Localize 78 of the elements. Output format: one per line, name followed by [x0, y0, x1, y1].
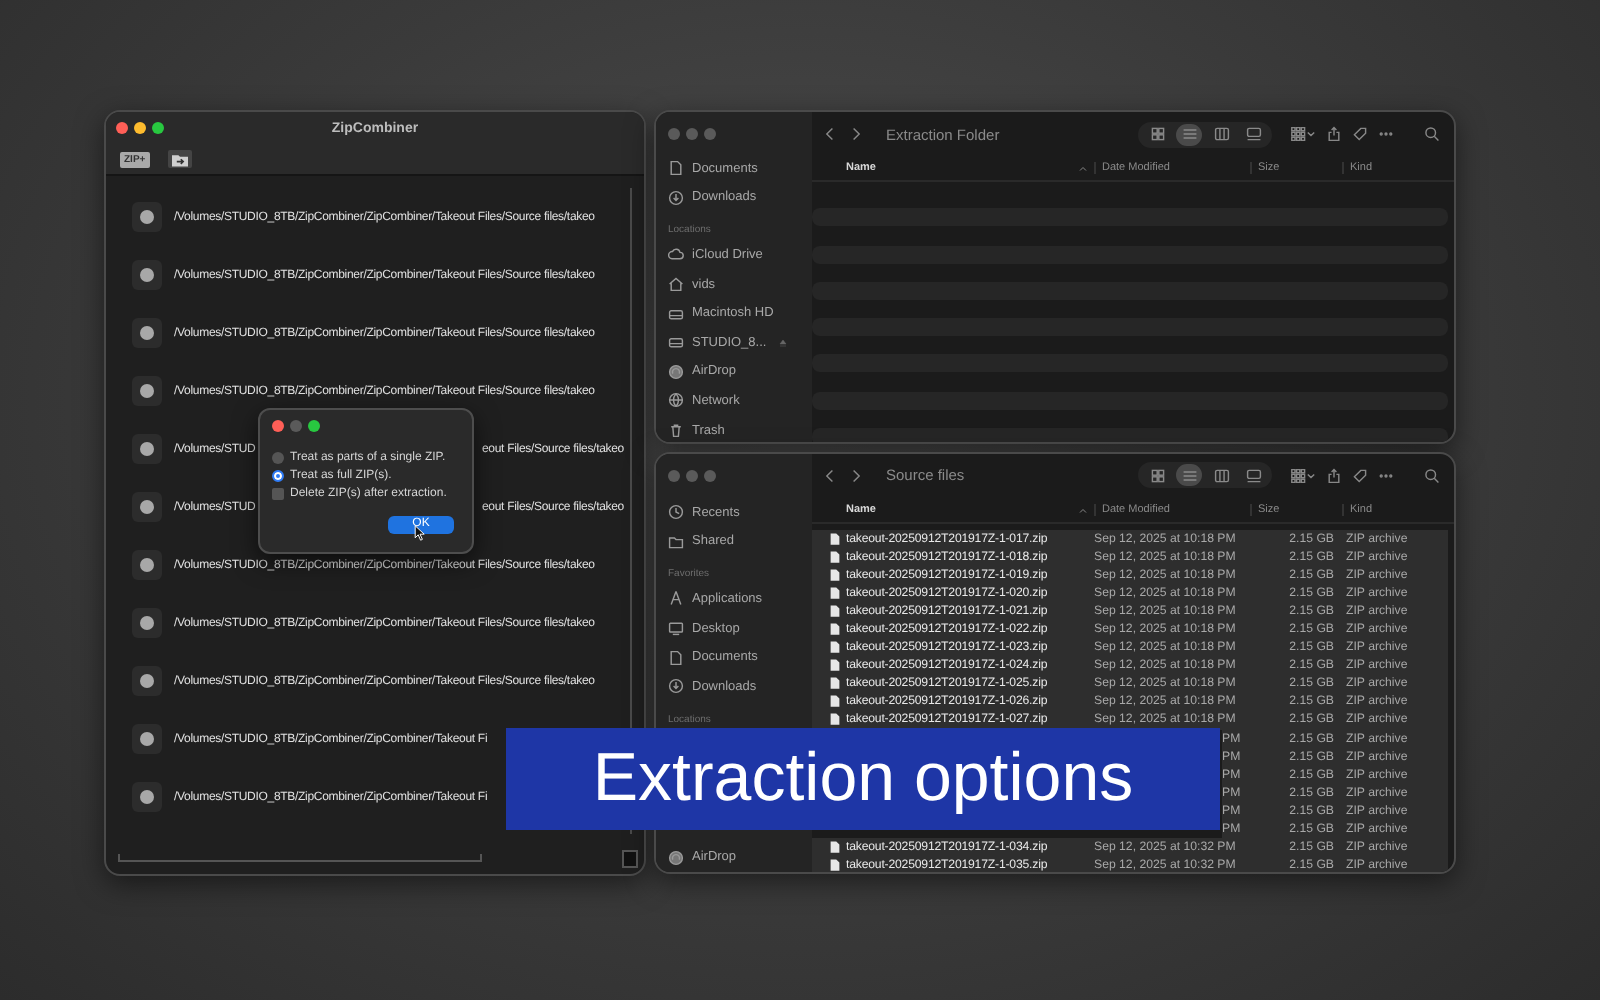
tag-icon[interactable] [1352, 467, 1368, 483]
close-button[interactable] [116, 122, 128, 134]
circle-icon [140, 674, 154, 688]
circle-icon [140, 442, 154, 456]
row-button[interactable] [132, 492, 162, 522]
corner-square [622, 849, 638, 867]
circle-icon [140, 210, 154, 224]
caption-banner: Extraction options [506, 728, 1220, 830]
group-icon[interactable] [1290, 126, 1316, 142]
signal-icon [668, 849, 684, 866]
circle-icon [140, 384, 154, 398]
zoom-button[interactable] [152, 122, 164, 134]
radio-button[interactable] [272, 451, 284, 463]
group-icon[interactable] [1290, 467, 1316, 483]
search-icon[interactable] [1424, 467, 1440, 483]
cloud-icon [668, 246, 684, 263]
more-icon[interactable] [1378, 126, 1394, 142]
row-button[interactable] [132, 724, 162, 754]
monitor-icon [668, 620, 684, 637]
row-button[interactable] [132, 202, 162, 232]
radio-button[interactable] [272, 469, 284, 482]
circle-icon [140, 558, 154, 572]
search-icon[interactable] [1424, 126, 1440, 142]
drive-icon [668, 334, 684, 351]
row-button[interactable] [132, 666, 162, 696]
folder-button[interactable] [167, 150, 192, 168]
row-button[interactable] [132, 782, 162, 812]
grid-view-icon [1149, 126, 1165, 142]
circle-icon [140, 500, 154, 514]
grid-view-icon [1149, 467, 1165, 483]
share-icon[interactable] [1326, 126, 1342, 142]
row-button[interactable] [132, 434, 162, 464]
minimize-button[interactable] [134, 122, 146, 134]
row-button[interactable] [132, 260, 162, 290]
scroll-bar[interactable] [118, 854, 482, 862]
forward-icon[interactable] [848, 126, 864, 142]
view-button[interactable] [1176, 464, 1202, 486]
circle-icon [140, 732, 154, 746]
row-button[interactable] [132, 376, 162, 406]
row-button[interactable] [132, 318, 162, 348]
gallery-view-icon [1245, 467, 1261, 483]
drive-icon [668, 305, 684, 322]
columns-view-icon [1213, 467, 1229, 483]
sort-caret-icon [1078, 163, 1088, 173]
forward-icon[interactable] [848, 467, 864, 483]
circle-icon [140, 326, 154, 340]
globe-icon [668, 392, 684, 409]
download-icon [668, 189, 684, 206]
circle-icon [140, 616, 154, 630]
close-button[interactable] [272, 420, 284, 432]
folder-icon [668, 533, 684, 550]
row-button[interactable] [132, 608, 162, 638]
list-view-icon [1181, 126, 1197, 142]
download-icon [668, 678, 684, 695]
circle-icon [140, 268, 154, 282]
columns-view-icon [1213, 126, 1229, 142]
house-icon [668, 276, 684, 293]
circle-icon [140, 790, 154, 804]
document-icon [668, 160, 684, 177]
folder-arrow-icon [169, 151, 190, 167]
trash-icon [668, 422, 684, 439]
zoom-button[interactable] [308, 420, 320, 432]
pointer-icon [414, 524, 426, 542]
eject-icon[interactable] [778, 337, 789, 348]
row-button[interactable] [132, 550, 162, 580]
gallery-view-icon [1245, 126, 1261, 142]
checkbox[interactable] [272, 488, 284, 501]
list-view-icon [1181, 467, 1197, 483]
signal-icon [668, 363, 684, 380]
share-icon[interactable] [1326, 467, 1342, 483]
clock-icon [668, 504, 684, 521]
back-icon[interactable] [822, 467, 838, 483]
apps-icon [668, 590, 684, 607]
document-icon [668, 649, 684, 666]
view-button[interactable] [1176, 123, 1202, 145]
tag-icon[interactable] [1352, 126, 1368, 142]
back-icon[interactable] [822, 126, 838, 142]
sort-caret-icon [1078, 505, 1088, 515]
